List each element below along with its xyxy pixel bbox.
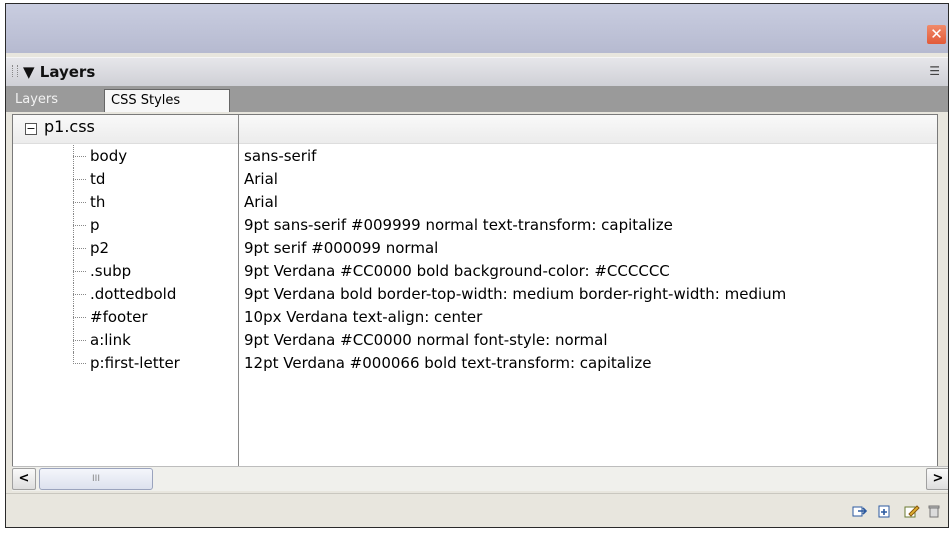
style-rule-row[interactable]: p2 9pt serif #000099 normal: [13, 237, 937, 260]
window-titlebar: ✕: [6, 4, 948, 53]
tree-header: − p1.css: [13, 115, 937, 144]
tree-connector: [73, 191, 87, 214]
collapse-icon[interactable]: −: [25, 123, 37, 135]
tab-bar: Layers CSS Styles: [6, 86, 948, 112]
css-styles-window: ✕ ▼ Layers ☰ Layers CSS Styles − p1.css …: [5, 3, 949, 528]
panel-options-icon[interactable]: ☰: [929, 64, 940, 78]
rule-selector: p: [90, 216, 100, 234]
style-rule-row[interactable]: th Arial: [13, 191, 937, 214]
style-rule-row[interactable]: .dottedbold 9pt Verdana bold border-top-…: [13, 283, 937, 306]
grip-icon[interactable]: [12, 65, 18, 77]
style-rule-row[interactable]: a:link 9pt Verdana #CC0000 normal font-s…: [13, 329, 937, 352]
tree-connector: [73, 237, 87, 260]
tree-connector: [73, 260, 87, 283]
scroll-right-button[interactable]: >: [926, 468, 948, 490]
style-rule-row[interactable]: body sans-serif: [13, 145, 937, 168]
rule-selector: body: [90, 147, 128, 165]
panel-toolbar: [6, 493, 948, 527]
styles-tree: − p1.css body sans-serif td Arial th Ari…: [12, 114, 938, 467]
rule-properties: 9pt Verdana #CC0000 bold background-colo…: [244, 262, 670, 280]
tab-css-styles[interactable]: CSS Styles: [104, 89, 230, 112]
rule-properties: 12pt Verdana #000066 bold text-transform…: [244, 354, 652, 372]
delete-icon[interactable]: [926, 504, 942, 518]
tab-layers[interactable]: Layers: [9, 89, 64, 112]
rule-selector: th: [90, 193, 106, 211]
style-rule-row[interactable]: #footer 10px Verdana text-align: center: [13, 306, 937, 329]
panel-title[interactable]: ▼ Layers: [23, 63, 95, 81]
tree-connector: [73, 329, 87, 352]
rule-selector: .dottedbold: [90, 285, 177, 303]
tree-connector: [73, 214, 87, 237]
rule-selector: p:first-letter: [90, 354, 180, 372]
rule-selector: p2: [90, 239, 110, 257]
style-rule-row[interactable]: td Arial: [13, 168, 937, 191]
attach-stylesheet-icon[interactable]: [852, 504, 868, 518]
rule-properties: Arial: [244, 193, 278, 211]
scroll-thumb[interactable]: III: [39, 468, 153, 490]
rule-properties: Arial: [244, 170, 278, 188]
stylesheet-name[interactable]: p1.css: [44, 117, 95, 136]
rule-properties: 9pt sans-serif #009999 normal text-trans…: [244, 216, 673, 234]
tree-connector: [73, 168, 87, 191]
rule-properties: 9pt Verdana #CC0000 normal font-style: n…: [244, 331, 608, 349]
close-icon[interactable]: ✕: [927, 25, 946, 44]
tree-connector: [73, 145, 87, 168]
rule-properties: 10px Verdana text-align: center: [244, 308, 483, 326]
tree-connector: [73, 283, 87, 306]
rule-properties: 9pt serif #000099 normal: [244, 239, 439, 257]
rule-selector: #footer: [90, 308, 148, 326]
new-style-icon[interactable]: [877, 504, 893, 518]
rule-selector: .subp: [90, 262, 132, 280]
rule-selector: a:link: [90, 331, 131, 349]
scroll-left-button[interactable]: <: [12, 468, 36, 490]
panel-header[interactable]: ▼ Layers ☰: [6, 57, 948, 87]
style-rule-row[interactable]: .subp 9pt Verdana #CC0000 bold backgroun…: [13, 260, 937, 283]
tree-connector: [73, 352, 87, 375]
rule-selector: td: [90, 170, 106, 188]
horizontal-scrollbar[interactable]: < III >: [12, 466, 948, 491]
tree-connector: [73, 306, 87, 329]
style-rule-row[interactable]: p:first-letter 12pt Verdana #000066 bold…: [13, 352, 937, 375]
rule-properties: 9pt Verdana bold border-top-width: mediu…: [244, 285, 787, 303]
rule-properties: sans-serif: [244, 147, 317, 165]
style-rule-row[interactable]: p 9pt sans-serif #009999 normal text-tra…: [13, 214, 937, 237]
edit-style-icon[interactable]: [904, 504, 920, 518]
